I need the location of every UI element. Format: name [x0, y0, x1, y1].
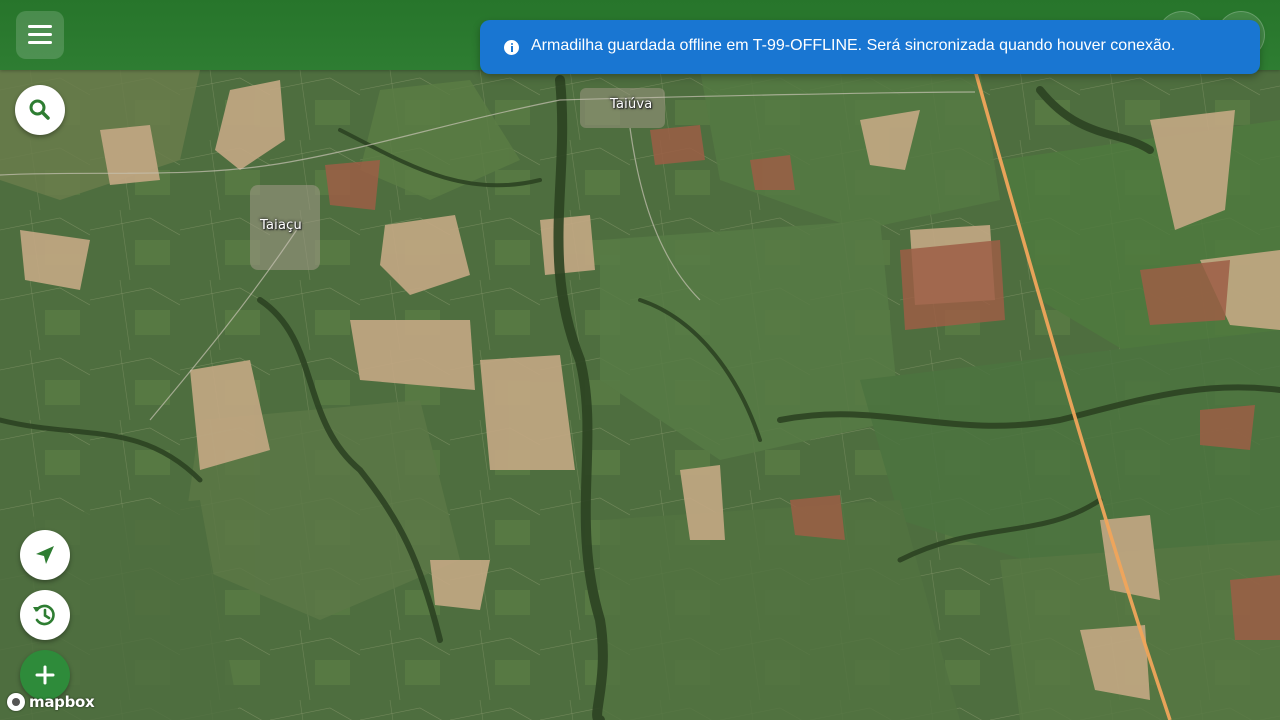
- history-button[interactable]: [20, 590, 70, 640]
- my-location-button[interactable]: [20, 530, 70, 580]
- place-label-taiacu: Taiaçu: [260, 218, 302, 233]
- mapbox-logo[interactable]: mapbox: [7, 692, 95, 712]
- hamburger-menu-icon: [28, 25, 52, 28]
- search-icon: [29, 99, 50, 120]
- satellite-map[interactable]: Taiúva Taiaçu: [0, 0, 1280, 720]
- offline-save-toast: Armadilha guardada offline em T-99-OFFLI…: [480, 20, 1260, 74]
- navigation-arrow-icon: [36, 546, 54, 564]
- info-icon: [504, 40, 519, 55]
- mapbox-icon: [7, 693, 25, 711]
- toast-message: Armadilha guardada offline em T-99-OFFLI…: [531, 37, 1176, 54]
- history-icon: [33, 604, 55, 626]
- menu-button[interactable]: [16, 11, 64, 59]
- search-button[interactable]: [15, 85, 65, 135]
- place-label-taiuva: Taiúva: [610, 97, 653, 112]
